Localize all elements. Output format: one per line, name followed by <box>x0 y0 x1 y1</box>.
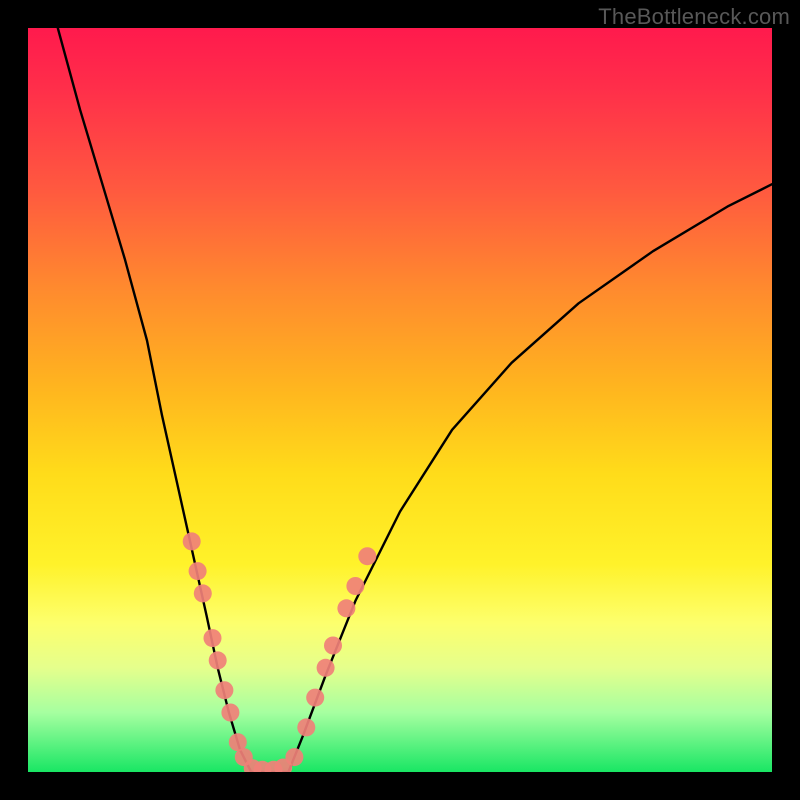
bottleneck-curve <box>58 28 772 772</box>
marker-dot <box>221 704 239 722</box>
marker-dot <box>215 681 233 699</box>
curve-path <box>58 28 772 772</box>
marker-points <box>183 532 377 772</box>
marker-dot <box>324 637 342 655</box>
marker-dot <box>209 651 227 669</box>
marker-dot <box>337 599 355 617</box>
watermark-text: TheBottleneck.com <box>598 4 790 30</box>
curve-svg <box>28 28 772 772</box>
marker-dot <box>183 532 201 550</box>
chart-frame: TheBottleneck.com <box>0 0 800 800</box>
marker-dot <box>285 748 303 766</box>
marker-dot <box>194 584 212 602</box>
marker-dot <box>189 562 207 580</box>
marker-dot <box>358 547 376 565</box>
marker-dot <box>297 718 315 736</box>
plot-area <box>28 28 772 772</box>
marker-dot <box>346 577 364 595</box>
marker-dot <box>317 659 335 677</box>
marker-dot <box>306 689 324 707</box>
marker-dot <box>204 629 222 647</box>
